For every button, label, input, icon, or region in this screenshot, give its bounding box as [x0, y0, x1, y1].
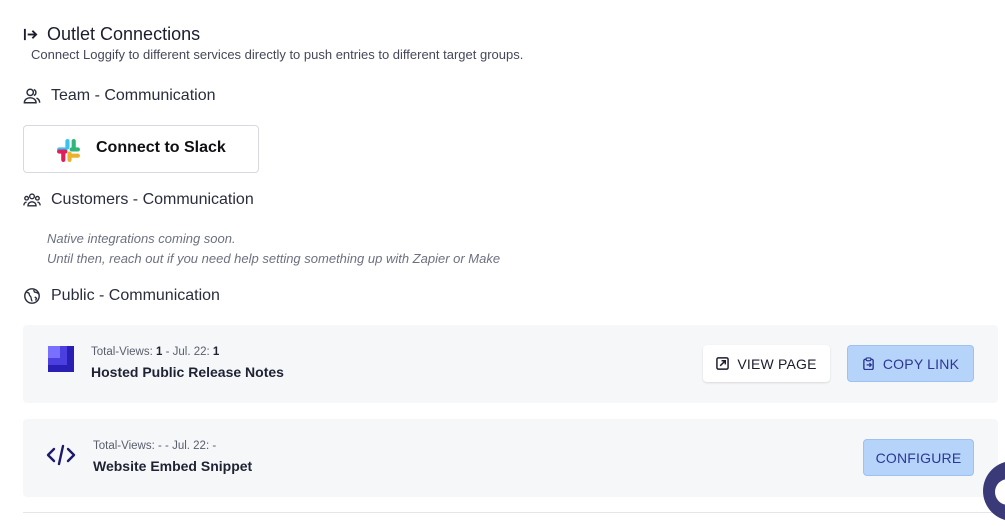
release-notes-views: Total-Views: 1 - Jul. 22: 1 [91, 346, 219, 358]
section-team-label: Team - Communication [51, 87, 216, 104]
chat-bubble-icon [995, 479, 1005, 505]
customers-note-line1: Native integrations coming soon. [47, 231, 236, 246]
views-label: Total-Views: [91, 346, 153, 358]
connect-slack-label: Connect to Slack [96, 139, 226, 156]
section-customers: Customers - Communication [23, 191, 254, 209]
views-label: Total-Views: [93, 440, 155, 452]
views-period: - [212, 440, 217, 452]
users-group-icon [23, 193, 41, 207]
clipboard-copy-icon [863, 357, 874, 370]
configure-button[interactable]: CONFIGURE [863, 439, 974, 476]
copy-link-button[interactable]: COPY LINK [847, 345, 974, 382]
embed-views: Total-Views: - - Jul. 22: - [93, 440, 216, 452]
users-icon [23, 88, 41, 104]
outlet-card-embed: Total-Views: - - Jul. 22: - Website Embe… [23, 419, 998, 497]
outlet-card-release-notes: Total-Views: 1 - Jul. 22: 1 Hosted Publi… [23, 325, 998, 403]
globe-icon [24, 288, 40, 304]
period-label: - Jul. 22: [165, 346, 210, 358]
release-notes-name: Hosted Public Release Notes [91, 364, 284, 380]
arrow-right-to-bar-icon [23, 28, 38, 41]
view-page-button[interactable]: VIEW PAGE [703, 345, 830, 382]
divider [23, 512, 998, 513]
code-icon [46, 444, 76, 466]
section-public: Public - Communication [23, 287, 220, 305]
connect-slack-button[interactable]: Connect to Slack [23, 125, 259, 173]
embed-name: Website Embed Snippet [93, 458, 253, 474]
page-subtitle: Connect Loggify to different services di… [31, 47, 524, 62]
views-total: 1 [156, 346, 163, 358]
views-period: 1 [212, 346, 220, 358]
section-public-label: Public - Communication [51, 287, 220, 304]
title-row: Outlet Connections [23, 24, 200, 45]
release-notes-logo-icon [48, 346, 74, 372]
slack-logo-icon [57, 139, 80, 162]
view-page-label: VIEW PAGE [737, 355, 817, 372]
page-header: Outlet Connections [23, 24, 200, 45]
page-title: Outlet Connections [47, 24, 201, 44]
period-label: - Jul. 22: [165, 440, 210, 452]
views-total: - [158, 440, 162, 452]
configure-label: CONFIGURE [875, 449, 962, 466]
external-link-icon [716, 357, 730, 370]
section-customers-label: Customers - Communication [51, 191, 254, 208]
customers-note-line2: Until then, reach out if you need help s… [47, 251, 501, 266]
section-team: Team - Communication [23, 87, 216, 105]
copy-link-label: COPY LINK [882, 355, 960, 372]
